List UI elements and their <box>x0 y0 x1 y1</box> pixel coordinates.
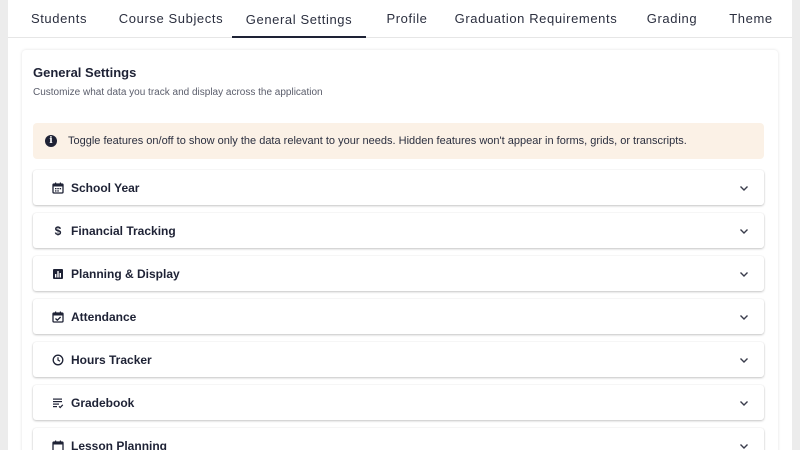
page-title: General Settings <box>33 65 137 80</box>
tab-theme[interactable]: Theme <box>722 0 780 38</box>
tab-grading[interactable]: Grading <box>636 0 708 38</box>
calendar-icon <box>51 439 65 450</box>
list-icon <box>51 396 65 410</box>
calendar-icon <box>51 181 65 195</box>
accordion-attendance[interactable]: Attendance <box>33 299 764 334</box>
tab-students[interactable]: Students <box>16 0 102 38</box>
dollar-icon: $ <box>54 223 62 238</box>
tab-course-subjects[interactable]: Course Subjects <box>104 0 238 38</box>
accordion-planning-display[interactable]: Planning & Display <box>33 256 764 291</box>
page-subtitle: Customize what data you track and displa… <box>33 87 323 98</box>
accordion-label: Lesson Planning <box>71 438 168 450</box>
calendar-check-icon <box>51 310 65 324</box>
chart-icon <box>51 267 65 281</box>
tab-profile[interactable]: Profile <box>374 0 440 38</box>
accordion-label: Planning & Display <box>71 266 180 281</box>
general-settings-card: General Settings Customize what data you… <box>22 50 778 450</box>
chevron-down-icon <box>740 444 748 449</box>
chevron-down-icon <box>740 272 748 277</box>
accordion-school-year[interactable]: School Year <box>33 170 764 205</box>
accordion-hours-tracker[interactable]: Hours Tracker <box>33 342 764 377</box>
tab-graduation-requirements[interactable]: Graduation Requirements <box>450 0 622 38</box>
chevron-down-icon <box>740 186 748 191</box>
info-banner: i Toggle features on/off to show only th… <box>33 123 764 159</box>
accordion-label: School Year <box>71 180 140 195</box>
chevron-down-icon <box>740 401 748 406</box>
accordion-label: Gradebook <box>71 395 135 410</box>
tab-general-settings[interactable]: General Settings <box>232 0 366 38</box>
accordion-label: Financial Tracking <box>71 223 176 238</box>
accordion-gradebook[interactable]: Gradebook <box>33 385 764 420</box>
chevron-down-icon <box>740 229 748 234</box>
info-banner-text: Toggle features on/off to show only the … <box>68 135 687 147</box>
accordion-label: Hours Tracker <box>71 352 152 367</box>
clock-icon <box>51 353 65 367</box>
settings-tabs: Students Course Subjects General Setting… <box>8 0 792 38</box>
info-icon: i <box>45 135 57 147</box>
chevron-down-icon <box>740 315 748 320</box>
accordion-lesson-planning[interactable]: Lesson Planning <box>33 428 764 450</box>
accordion-financial-tracking[interactable]: $ Financial Tracking <box>33 213 764 248</box>
chevron-down-icon <box>740 358 748 363</box>
app-frame: Students Course Subjects General Setting… <box>8 0 792 450</box>
accordion-label: Attendance <box>71 309 137 324</box>
